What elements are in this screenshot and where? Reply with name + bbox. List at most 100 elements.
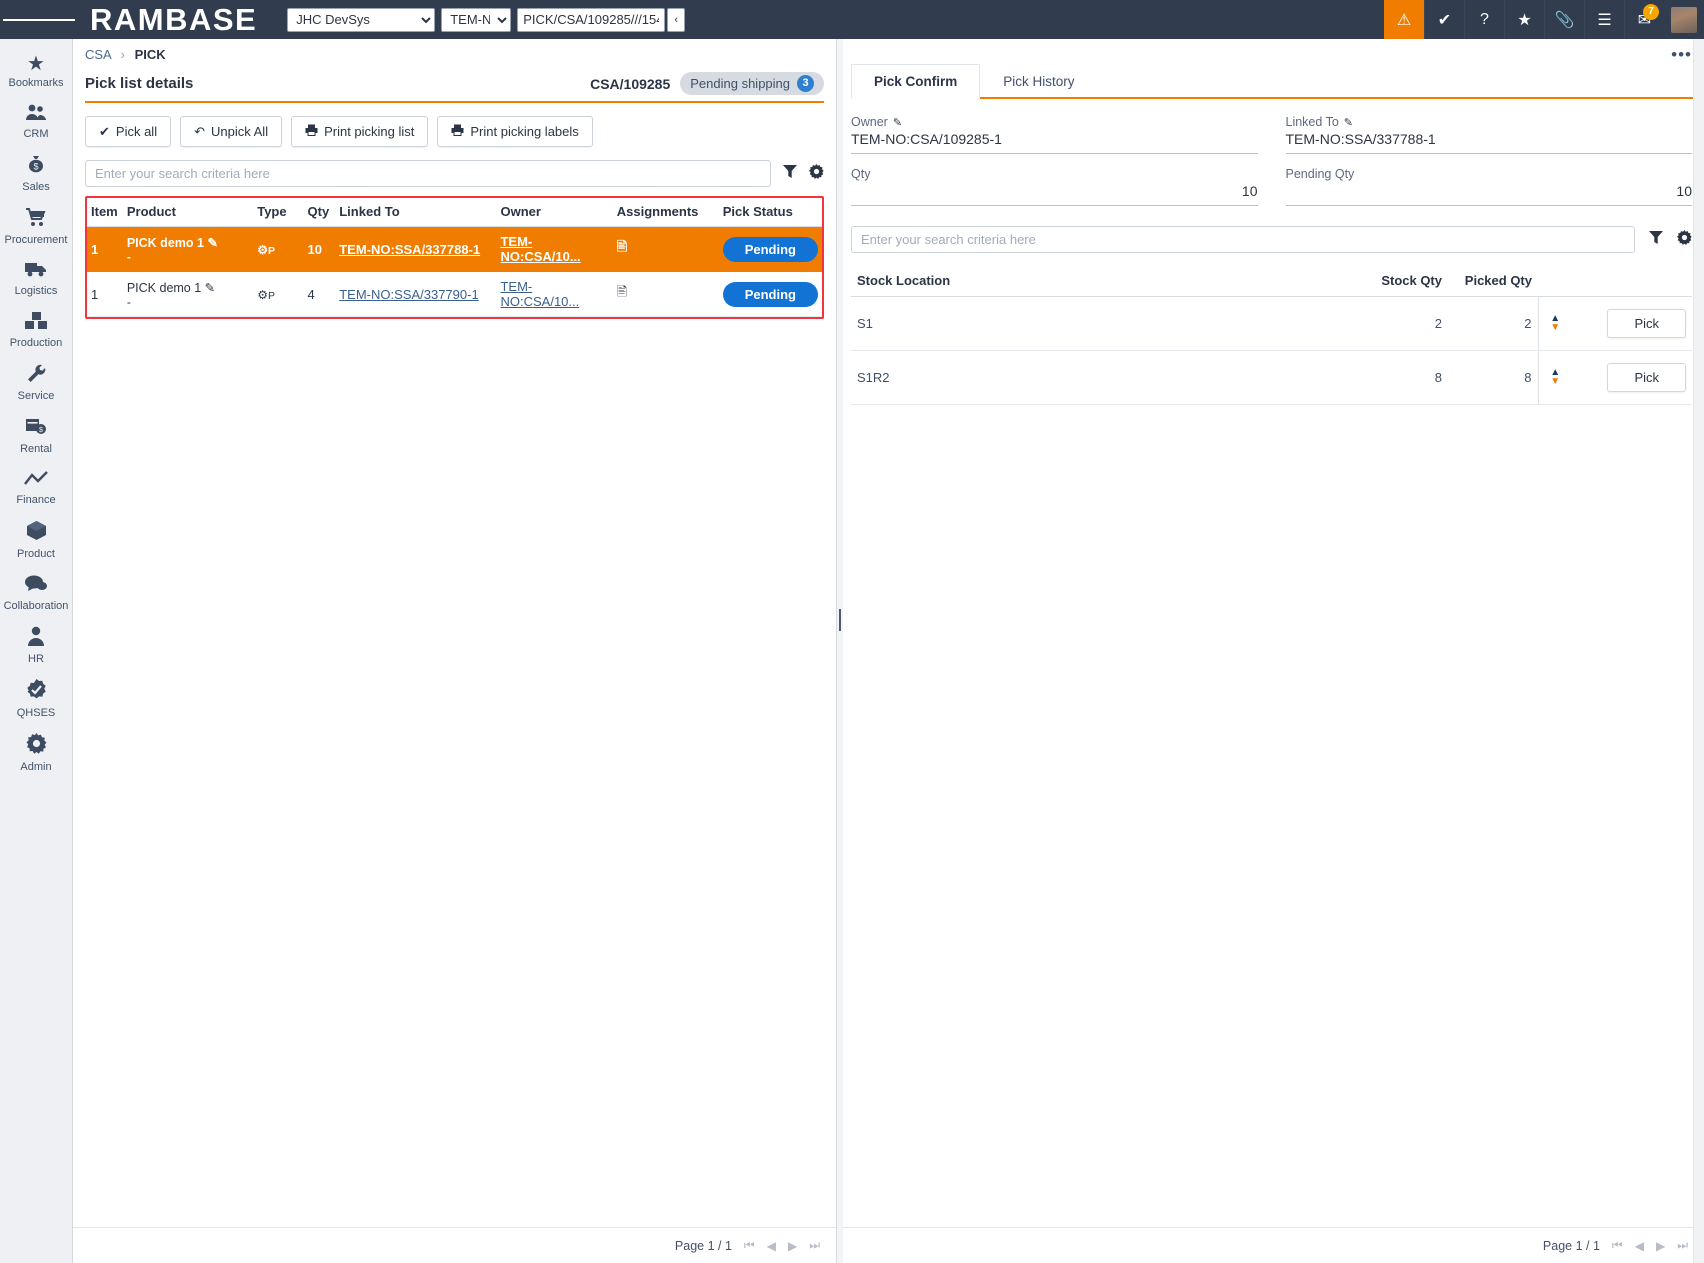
external-link-icon[interactable]: ✎ — [893, 116, 902, 129]
hamburger-icon[interactable] — [0, 0, 78, 39]
table-row[interactable]: 1 PICK demo 1 ✎ - ⚙P 4 TEM-NO:SSA/337790… — [87, 272, 822, 317]
col-assignments[interactable]: Assignments — [613, 198, 719, 227]
col-item[interactable]: Item — [87, 198, 123, 227]
document-icon[interactable]: 🖹 — [617, 284, 627, 299]
col-stock-location[interactable]: Stock Location — [851, 269, 1298, 297]
qty-value[interactable]: 10 — [851, 181, 1258, 206]
pick-confirm-panel: ••• Pick Confirm Pick History Owner ✎ TE… — [843, 39, 1704, 1263]
pick-all-button[interactable]: ✔ Pick all — [85, 116, 171, 147]
owner-link[interactable]: TEM-NO:CSA/10... — [500, 234, 580, 264]
linked-to-link[interactable]: TEM-NO:SSA/337790-1 — [339, 287, 478, 302]
more-options-icon[interactable]: ••• — [1671, 45, 1692, 65]
status-badge[interactable]: Pending shipping 3 — [680, 72, 824, 95]
gear-icon[interactable] — [809, 164, 824, 183]
status-badge[interactable]: Pending — [723, 237, 818, 262]
status-badge[interactable]: Pending — [723, 282, 818, 307]
last-page-button[interactable]: ⏭ — [1677, 1238, 1688, 1253]
splitter-handle[interactable] — [839, 609, 841, 631]
col-type[interactable]: Type — [253, 198, 303, 227]
search-input[interactable] — [851, 226, 1635, 253]
breadcrumb-root[interactable]: CSA — [85, 47, 111, 62]
unpick-all-button[interactable]: ↶ Unpick All — [180, 116, 282, 147]
pick-button[interactable]: Pick — [1607, 363, 1686, 392]
linked-to-label-row: Linked To ✎ — [1286, 115, 1693, 129]
document-icon[interactable]: 🖹 — [617, 239, 627, 254]
sidebar-item-service[interactable]: Service — [0, 356, 73, 409]
external-link-icon[interactable]: ✎ — [1344, 116, 1353, 129]
col-product[interactable]: Product — [123, 198, 253, 227]
sidebar-item-finance[interactable]: Finance — [0, 462, 73, 513]
alert-icon[interactable]: ⚠ — [1384, 0, 1424, 39]
tab-pick-confirm[interactable]: Pick Confirm — [851, 64, 980, 99]
printer-icon — [451, 124, 464, 139]
tab-pick-history[interactable]: Pick History — [980, 64, 1097, 99]
type-code: P — [268, 245, 275, 257]
quantity-stepper[interactable]: ▲ ▼ — [1545, 369, 1567, 386]
sidebar-item-crm[interactable]: CRM — [0, 96, 73, 147]
vertical-scrollbar[interactable] — [1693, 39, 1704, 1263]
col-linked-to[interactable]: Linked To — [335, 198, 496, 227]
owner-link[interactable]: TEM-NO:CSA/10... — [500, 279, 579, 309]
stepper-down-icon[interactable]: ▼ — [1550, 324, 1560, 332]
next-page-button[interactable]: ▶ — [788, 1239, 797, 1253]
next-page-button[interactable]: ▶ — [1656, 1239, 1665, 1253]
collapse-button[interactable]: ‹ — [667, 8, 685, 32]
gear-icon[interactable] — [1677, 230, 1692, 249]
context-input[interactable] — [517, 8, 665, 32]
edit-link-icon[interactable]: ✎ — [205, 281, 215, 295]
verified-icon[interactable]: ✔ — [1424, 0, 1464, 39]
stepper-down-icon[interactable]: ▼ — [1550, 378, 1560, 386]
col-stock-qty[interactable]: Stock Qty — [1298, 269, 1448, 297]
filter-icon[interactable] — [1649, 231, 1663, 248]
linked-to-label: Linked To — [1286, 115, 1339, 129]
company-select[interactable]: JHC DevSys — [287, 8, 435, 32]
sidebar-item-logistics[interactable]: Logistics — [0, 253, 73, 304]
cell-item: 1 — [87, 227, 123, 272]
cell-picked-qty[interactable]: 2 — [1448, 297, 1538, 351]
pending-qty-value[interactable]: 10 — [1286, 181, 1693, 206]
search-input[interactable] — [85, 160, 771, 187]
prev-page-button[interactable]: ◀ — [767, 1239, 776, 1253]
col-qty[interactable]: Qty — [304, 198, 336, 227]
pick-button[interactable]: Pick — [1607, 309, 1686, 338]
first-page-button[interactable]: ⏮ — [1612, 1238, 1623, 1253]
last-page-button[interactable]: ⏭ — [809, 1238, 820, 1253]
breadcrumb-separator: › — [121, 47, 125, 62]
print-picking-list-button[interactable]: Print picking list — [291, 116, 428, 147]
sidebar-item-sales[interactable]: $ Sales — [0, 147, 73, 200]
sidebar-item-collaboration[interactable]: Collaboration — [0, 567, 73, 619]
attachment-icon[interactable]: 📎 — [1544, 0, 1584, 39]
sidebar-item-rental[interactable]: $ Rental — [0, 409, 73, 462]
quantity-stepper[interactable]: ▲ ▼ — [1545, 315, 1567, 332]
sidebar-item-procurement[interactable]: Procurement — [0, 200, 73, 253]
table-row[interactable]: S1R2 8 8 ▲ ▼ Pick — [851, 351, 1692, 405]
col-pick-status[interactable]: Pick Status — [719, 198, 822, 227]
sidebar-item-product[interactable]: Product — [0, 513, 73, 567]
print-picking-labels-button[interactable]: Print picking labels — [437, 116, 592, 147]
prev-page-button[interactable]: ◀ — [1635, 1239, 1644, 1253]
linked-to-link[interactable]: TEM-NO:SSA/337788-1 — [339, 242, 480, 257]
sidebar-item-hr[interactable]: HR — [0, 619, 73, 672]
truck-icon — [0, 260, 73, 284]
linked-to-value[interactable]: TEM-NO:SSA/337788-1 — [1286, 129, 1693, 154]
col-owner[interactable]: Owner — [496, 198, 612, 227]
sidebar-item-admin[interactable]: Admin — [0, 726, 73, 780]
filter-icon[interactable] — [783, 165, 797, 182]
sidebar-item-production[interactable]: Production — [0, 304, 73, 356]
tasklist-icon[interactable]: ☰ — [1584, 0, 1624, 39]
table-row[interactable]: S1 2 2 ▲ ▼ Pick — [851, 297, 1692, 351]
user-avatar[interactable] — [1664, 0, 1704, 39]
table-row[interactable]: 1 PICK demo 1 ✎ - ⚙P 10 TEM-NO:SSA/33778… — [87, 227, 822, 272]
system-select[interactable]: TEM-NO — [441, 8, 511, 32]
sidebar-item-qhses[interactable]: QHSES — [0, 672, 73, 726]
favorites-icon[interactable]: ★ — [1504, 0, 1544, 39]
col-picked-qty[interactable]: Picked Qty — [1448, 269, 1538, 297]
first-page-button[interactable]: ⏮ — [744, 1238, 755, 1253]
owner-value[interactable]: TEM-NO:CSA/109285-1 — [851, 129, 1258, 154]
help-icon[interactable]: ? — [1464, 0, 1504, 39]
sidebar-item-bookmarks[interactable]: ★ Bookmarks — [0, 45, 73, 96]
messages-icon[interactable]: ✉ 7 — [1624, 0, 1664, 39]
edit-link-icon[interactable]: ✎ — [207, 236, 217, 250]
cell-picked-qty[interactable]: 8 — [1448, 351, 1538, 405]
cube-icon — [0, 520, 73, 547]
